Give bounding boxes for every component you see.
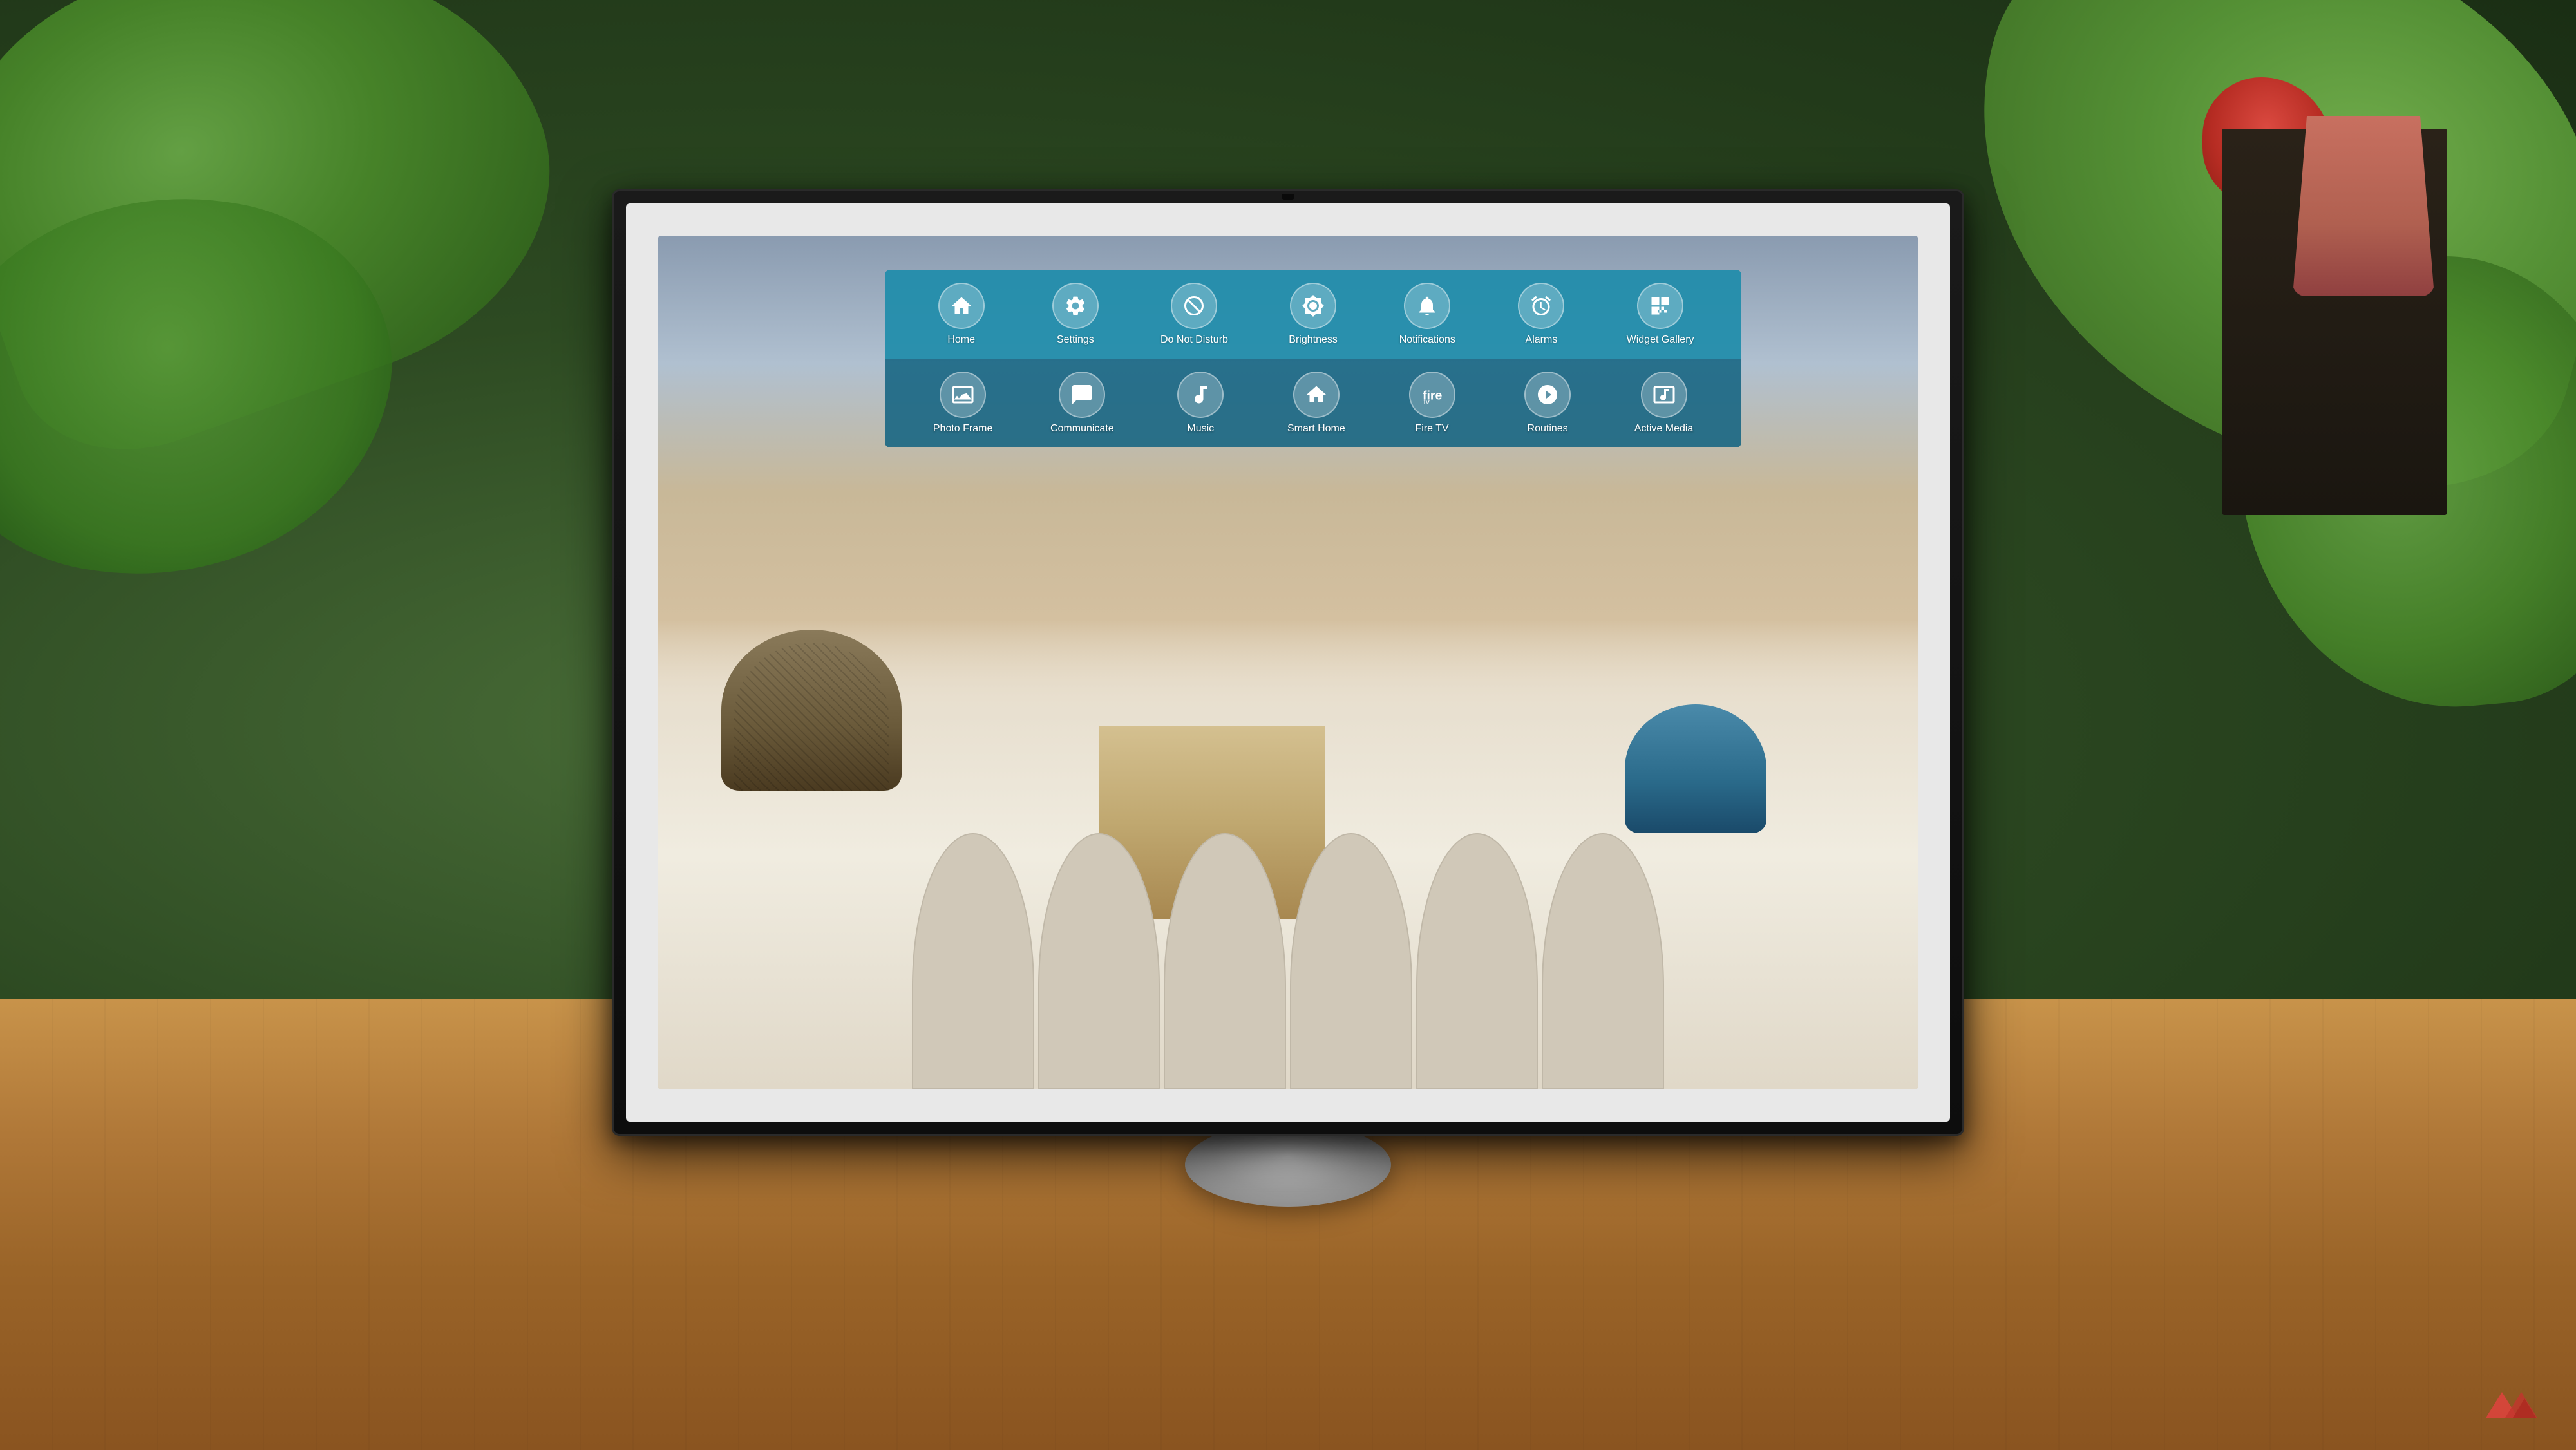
device-mat: Home Settings [626, 203, 1950, 1122]
widget-gallery-label: Widget Gallery [1627, 334, 1694, 346]
alarms-icon-circle [1518, 283, 1564, 329]
widget-gallery-icon [1649, 294, 1672, 317]
plant-pot [2293, 116, 2434, 296]
menu-item-notifications[interactable]: Notifications [1398, 283, 1456, 346]
fire-tv-icon-circle: fire tv [1409, 372, 1455, 418]
smart-home-icon [1305, 383, 1328, 406]
home-icon-circle [938, 283, 985, 329]
home-label: Home [947, 334, 975, 346]
brightness-icon [1302, 294, 1325, 317]
menu-item-photo-frame[interactable]: Photo Frame [933, 372, 992, 435]
menu-item-widget-gallery[interactable]: Widget Gallery [1627, 283, 1694, 346]
menu-item-communicate[interactable]: Communicate [1050, 372, 1114, 435]
photo-frame-icon-circle [940, 372, 986, 418]
widget-gallery-icon-circle [1637, 283, 1683, 329]
alarms-icon [1530, 294, 1553, 317]
fire-tv-icon: fire tv [1421, 383, 1444, 406]
echo-show-device: Home Settings [580, 189, 1996, 1219]
home-icon [950, 294, 973, 317]
alarms-label: Alarms [1526, 334, 1558, 346]
menu-row-1: Home Settings [885, 270, 1741, 359]
active-media-icon [1653, 383, 1676, 406]
dome-right [1625, 704, 1766, 833]
quick-actions-menu: Home Settings [885, 270, 1741, 447]
menu-item-smart-home[interactable]: Smart Home [1287, 372, 1345, 435]
brightness-label: Brightness [1289, 334, 1338, 346]
smart-home-label: Smart Home [1287, 423, 1345, 435]
arch-3 [1164, 833, 1286, 1089]
photo-frame-label: Photo Frame [933, 423, 992, 435]
communicate-icon-circle [1059, 372, 1105, 418]
settings-label: Settings [1057, 334, 1094, 346]
svg-text:tv: tv [1423, 397, 1429, 406]
arch-5 [1416, 833, 1539, 1089]
communicate-icon [1070, 383, 1094, 406]
arches [910, 833, 1666, 1089]
notifications-icon-circle [1404, 283, 1450, 329]
music-icon [1189, 383, 1212, 406]
communicate-label: Communicate [1050, 423, 1114, 435]
music-icon-circle [1177, 372, 1224, 418]
arch-6 [1542, 833, 1664, 1089]
device-frame: Home Settings [612, 189, 1964, 1136]
settings-icon-circle [1052, 283, 1099, 329]
notifications-label: Notifications [1399, 334, 1455, 346]
camera-notch [1282, 194, 1294, 200]
do-not-disturb-label: Do Not Disturb [1160, 334, 1228, 346]
menu-item-music[interactable]: Music [1171, 372, 1229, 435]
routines-icon [1536, 383, 1559, 406]
active-media-label: Active Media [1634, 423, 1694, 435]
dome-left [721, 630, 902, 791]
active-media-icon-circle [1641, 372, 1687, 418]
menu-item-brightness[interactable]: Brightness [1284, 283, 1342, 346]
music-label: Music [1187, 423, 1214, 435]
watermark-logo [2479, 1386, 2544, 1424]
menu-item-home[interactable]: Home [933, 283, 990, 346]
arch-2 [1038, 833, 1160, 1089]
brightness-icon-circle [1290, 283, 1336, 329]
fire-tv-label: Fire TV [1415, 423, 1448, 435]
routines-label: Routines [1528, 423, 1568, 435]
menu-row-2: Photo Frame Communicate [885, 359, 1741, 447]
arch-1 [912, 833, 1034, 1089]
watermark [2479, 1386, 2544, 1424]
arch-4 [1290, 833, 1412, 1089]
notifications-icon [1416, 294, 1439, 317]
routines-icon-circle [1524, 372, 1571, 418]
menu-item-settings[interactable]: Settings [1046, 283, 1104, 346]
settings-icon [1064, 294, 1087, 317]
do-not-disturb-icon [1182, 294, 1206, 317]
smart-home-icon-circle [1293, 372, 1340, 418]
photo-frame-icon [951, 383, 974, 406]
menu-item-do-not-disturb[interactable]: Do Not Disturb [1160, 283, 1228, 346]
menu-item-fire-tv[interactable]: fire tv Fire TV [1403, 372, 1461, 435]
do-not-disturb-icon-circle [1171, 283, 1217, 329]
device-screen: Home Settings [658, 236, 1918, 1089]
menu-item-alarms[interactable]: Alarms [1512, 283, 1570, 346]
menu-item-routines[interactable]: Routines [1519, 372, 1577, 435]
menu-item-active-media[interactable]: Active Media [1634, 372, 1694, 435]
